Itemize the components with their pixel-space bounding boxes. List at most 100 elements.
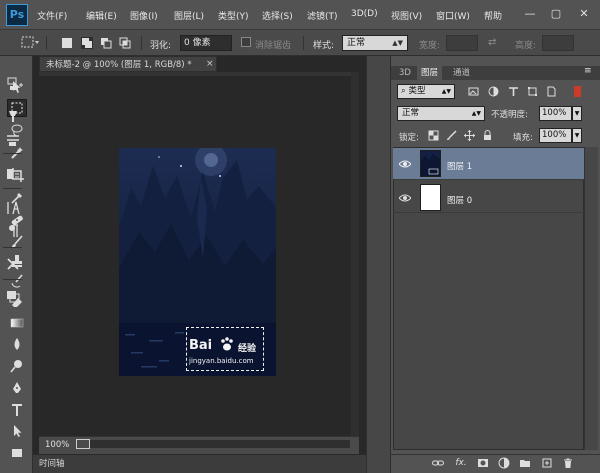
lock-all-icon[interactable] [482, 130, 493, 141]
paw-icon [221, 337, 233, 351]
layer-name[interactable]: 图层 0 [447, 194, 472, 206]
horizontal-scrollbar[interactable] [90, 440, 350, 448]
lock-position-icon[interactable] [464, 130, 475, 141]
trash-icon[interactable] [562, 457, 574, 469]
opacity-label: 不透明度: [491, 110, 528, 120]
adjustments-panel-icon[interactable] [5, 166, 21, 182]
panel-menu-icon[interactable]: ≡ [584, 66, 592, 76]
search-icon: ⌕ [401, 86, 406, 96]
lock-pixels-icon[interactable] [446, 130, 457, 141]
lock-transparent-icon[interactable] [428, 130, 439, 141]
intersect-selection-icon[interactable] [119, 37, 131, 49]
character-panel-icon[interactable] [5, 200, 21, 216]
path-select-tool[interactable] [7, 422, 27, 440]
menu-file[interactable]: 文件(F) [37, 9, 67, 22]
mask-icon[interactable] [477, 457, 489, 469]
new-selection-icon[interactable] [61, 37, 73, 49]
layer-comps-icon[interactable] [5, 288, 21, 304]
panel-divider [3, 153, 22, 154]
watermark-logo-text: Bai [189, 338, 213, 353]
chevron-updown-icon: ▲▼ [441, 88, 451, 95]
menu-help[interactable]: 帮助 [484, 9, 502, 22]
canvas-top-edge [39, 72, 359, 76]
restore-button[interactable]: ▢ [546, 5, 566, 23]
pen-tool[interactable] [7, 379, 27, 397]
antialias-checkbox[interactable] [241, 37, 251, 47]
adjustment-filter-icon[interactable] [488, 86, 499, 97]
dodge-tool[interactable] [7, 357, 27, 375]
subtract-selection-icon[interactable] [100, 37, 112, 49]
path-select-icon [14, 425, 22, 437]
menu-bar: Ps 文件(F) 编辑(E) 图像(I) 图层(L) 类型(Y) 选择(S) 滤… [0, 0, 600, 30]
panel-divider [3, 279, 22, 280]
feather-input[interactable]: 0 像素 [180, 35, 232, 51]
type-filter-icon[interactable] [508, 86, 519, 97]
menu-window[interactable]: 窗口(W) [436, 9, 470, 22]
paragraph-panel-icon[interactable] [5, 223, 21, 239]
timeline-tab[interactable]: 时间轴 [39, 457, 65, 469]
type-tool[interactable] [7, 401, 27, 419]
opacity-input[interactable]: 100% [539, 106, 572, 121]
style-select[interactable]: 正常 ▲▼ [342, 35, 408, 51]
adjustment-icon[interactable] [498, 457, 510, 469]
layer-filter-select[interactable]: ⌕ 类型 ▲▼ [397, 84, 455, 99]
menu-edit[interactable]: 编辑(E) [86, 9, 117, 22]
vertical-scrollbar[interactable] [351, 72, 359, 436]
pixel-filter-icon[interactable] [468, 86, 479, 97]
document-info-icon[interactable] [76, 439, 90, 449]
rectangle-shape-tool[interactable] [7, 444, 27, 462]
new-layer-icon[interactable] [541, 457, 553, 469]
history-brush-icon [11, 274, 23, 288]
close-document-icon[interactable]: × [206, 56, 214, 72]
gradient-tool[interactable] [7, 314, 27, 332]
menu-select[interactable]: 选择(S) [262, 9, 293, 22]
menu-image[interactable]: 图像(I) [130, 9, 158, 22]
height-input[interactable] [542, 35, 574, 51]
width-input[interactable] [446, 35, 478, 51]
layer-name[interactable]: 图层 1 [447, 160, 472, 172]
fill-input[interactable]: 100% [539, 128, 572, 143]
tab-channels[interactable]: 通道 [449, 66, 474, 80]
menu-3d[interactable]: 3D(D) [351, 9, 378, 19]
tab-layers[interactable]: 图层 [417, 66, 443, 80]
tab-3d[interactable]: 3D [395, 66, 415, 80]
pen-icon [13, 382, 21, 393]
blur-tool[interactable] [7, 335, 27, 353]
layer-thumbnail [420, 150, 441, 177]
visibility-eye-icon[interactable] [399, 193, 411, 203]
filter-toggle-switch[interactable] [574, 86, 581, 97]
add-selection-icon[interactable] [81, 37, 93, 49]
blend-mode-select[interactable]: 正常 ▲▼ [397, 106, 485, 121]
chevron-updown-icon: ▲▼ [471, 110, 481, 117]
menu-type[interactable]: 类型(Y) [218, 9, 249, 22]
water-drop-icon [14, 338, 20, 350]
fill-dropdown-icon[interactable]: ▼ [572, 128, 582, 143]
document-tab[interactable]: 未标题-2 @ 100% (图层 1, RGB/8) * [39, 56, 217, 72]
link-icon[interactable] [432, 457, 444, 469]
zoom-level[interactable]: 100% [45, 440, 69, 450]
marquee-tool-preset-icon[interactable] [20, 34, 40, 50]
panel-divider [3, 247, 22, 248]
menu-view[interactable]: 视图(V) [391, 9, 422, 22]
minimize-button[interactable]: — [520, 5, 540, 23]
panel-divider [3, 188, 22, 189]
tool-preset-icon[interactable] [5, 132, 21, 148]
layers-scrollbar[interactable] [584, 147, 598, 450]
lock-label: 锁定: [399, 133, 419, 143]
opacity-dropdown-icon[interactable]: ▼ [572, 106, 582, 121]
brush-preset-icon[interactable] [5, 108, 21, 124]
app-logo: Ps [6, 4, 28, 26]
group-icon[interactable] [519, 457, 531, 469]
menu-filter[interactable]: 滤镜(T) [307, 9, 338, 22]
history-panel-icon[interactable] [5, 76, 21, 92]
shape-filter-icon[interactable] [527, 86, 538, 97]
swap-dimensions-icon[interactable]: ⇄ [488, 37, 496, 48]
smart-object-filter-icon[interactable] [546, 86, 557, 97]
layer-thumbnail-image [421, 151, 440, 176]
menu-layer[interactable]: 图层(L) [174, 9, 204, 22]
close-window-button[interactable]: ✕ [574, 5, 594, 23]
fx-icon[interactable]: fx. [453, 457, 469, 469]
antialias-label: 消除锯齿 [255, 41, 292, 51]
tools-options-icon[interactable] [5, 256, 21, 272]
visibility-eye-icon[interactable] [399, 159, 411, 169]
